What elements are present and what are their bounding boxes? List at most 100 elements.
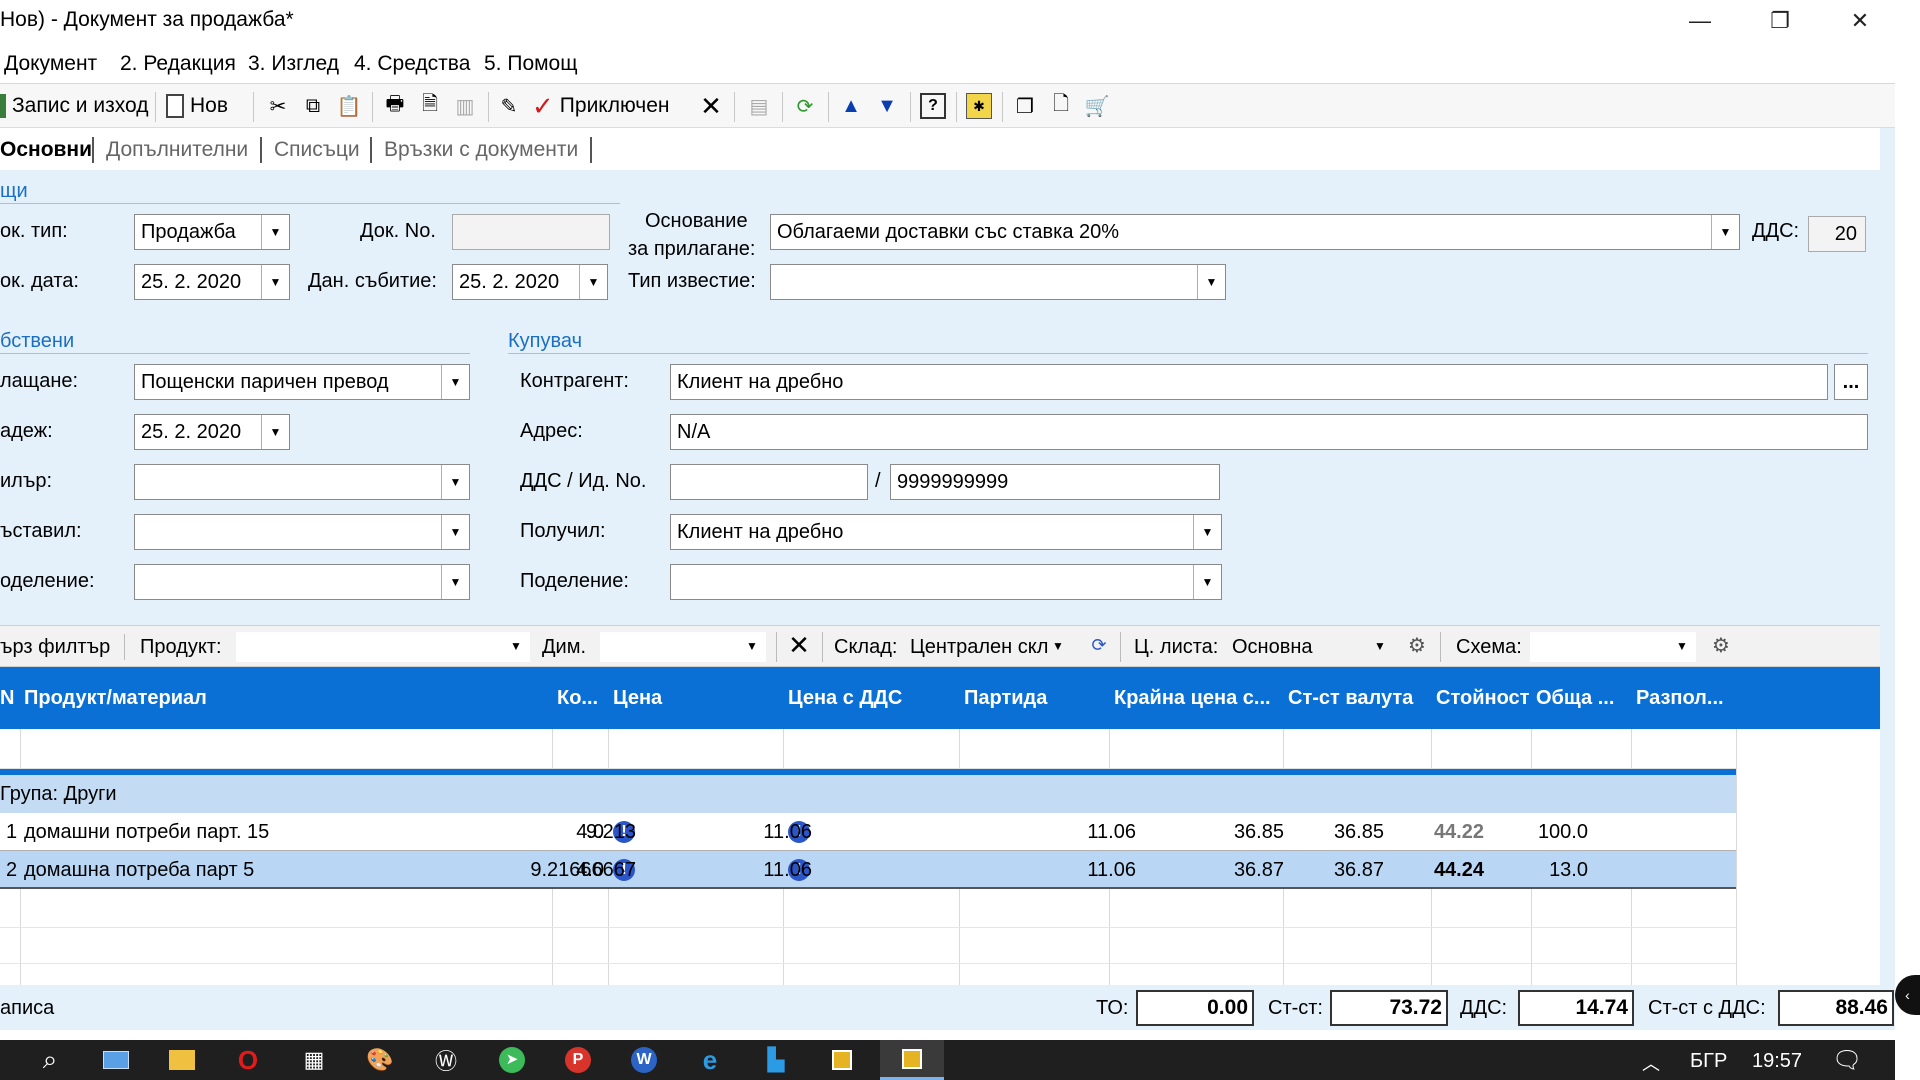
id-no-field[interactable]: 9999999999: [890, 464, 1220, 500]
cart-icon[interactable]: 🛒: [1084, 93, 1110, 119]
chevron-down-icon[interactable]: ▼: [1197, 265, 1225, 299]
chevron-down-icon[interactable]: ▼: [261, 415, 289, 449]
menu-help[interactable]: 5. Помощ: [484, 52, 578, 76]
notice-type-select[interactable]: ▼: [770, 264, 1226, 300]
help-icon[interactable]: ?: [920, 93, 946, 119]
col-qty[interactable]: Ко...: [557, 687, 598, 710]
received-select[interactable]: Клиент на дребно ▼: [670, 514, 1222, 550]
chevron-down-icon[interactable]: ▼: [1668, 632, 1696, 660]
pdf-app-icon[interactable]: P: [558, 1044, 598, 1076]
payment-select[interactable]: Пощенски паричен превод ▼: [134, 364, 470, 400]
table-row[interactable]: 1 домашни потреби парт. 15 4.0 ! 9.213 !…: [0, 813, 1736, 851]
issued-select[interactable]: ▼: [134, 514, 470, 550]
tax-event-field[interactable]: 25. 2. 2020 ▼: [452, 264, 608, 300]
product-filter-select[interactable]: ▼: [236, 632, 530, 662]
col-price-vat[interactable]: Цена с ДДС: [788, 687, 902, 710]
due-date-field[interactable]: 25. 2. 2020 ▼: [134, 414, 290, 450]
tab-additional[interactable]: Допълнителни: [106, 138, 248, 162]
wordpress-icon[interactable]: Ⓦ: [426, 1044, 466, 1076]
col-total[interactable]: Обща ...: [1536, 687, 1614, 710]
chevron-down-icon[interactable]: ▼: [1366, 632, 1394, 660]
paste-icon[interactable]: 📋: [336, 93, 362, 119]
col-price[interactable]: Цена: [613, 687, 662, 710]
copy-icon[interactable]: ⧉: [300, 93, 326, 119]
task-view-icon[interactable]: [96, 1044, 136, 1076]
clear-filter-icon[interactable]: ✕: [786, 630, 812, 660]
chevron-down-icon[interactable]: ▼: [441, 565, 469, 599]
tab-lists[interactable]: Списъци: [274, 138, 360, 162]
menu-edit[interactable]: 2. Редакция: [120, 52, 236, 76]
search-icon[interactable]: ⌕: [30, 1044, 70, 1076]
chevron-down-icon[interactable]: ▼: [502, 632, 530, 660]
tab-document-links[interactable]: Връзки с документи: [384, 138, 578, 162]
list-icon[interactable]: ▤: [746, 93, 772, 119]
minimize-button[interactable]: —: [1665, 0, 1735, 42]
vat-no-field[interactable]: [670, 464, 868, 500]
chevron-up-icon[interactable]: ︿: [1642, 1050, 1660, 1076]
menu-view[interactable]: 3. Изглед: [248, 52, 339, 76]
address-field[interactable]: N/A: [670, 414, 1868, 450]
chevron-down-icon[interactable]: ▼: [441, 465, 469, 499]
chevron-down-icon[interactable]: ▼: [1193, 565, 1221, 599]
new-button[interactable]: Нов: [166, 91, 228, 121]
star-icon[interactable]: ✱: [966, 93, 992, 119]
col-n[interactable]: N: [0, 687, 14, 710]
print-icon[interactable]: 🖶: [382, 93, 408, 119]
refresh-warehouse-icon[interactable]: ⟳: [1086, 632, 1112, 658]
own-division-select[interactable]: ▼: [134, 564, 470, 600]
pricelist-select[interactable]: Основна ▼: [1228, 632, 1394, 662]
clock[interactable]: 19:57: [1752, 1050, 1802, 1073]
doc-date-field[interactable]: 25. 2. 2020 ▼: [134, 264, 290, 300]
chevron-down-icon[interactable]: ▼: [1044, 632, 1072, 660]
doc-no-field[interactable]: [452, 214, 610, 250]
arrow-down-icon[interactable]: ▼: [874, 93, 900, 119]
copy-document-icon[interactable]: ❐: [1012, 93, 1038, 119]
contractor-browse-button[interactable]: ...: [1834, 364, 1868, 400]
menu-tools[interactable]: 4. Средства: [354, 52, 470, 76]
new-row[interactable]: [0, 729, 1736, 769]
tab-main[interactable]: Основни: [0, 138, 92, 162]
col-available[interactable]: Разпол...: [1636, 687, 1724, 710]
chevron-down-icon[interactable]: ▼: [441, 515, 469, 549]
file-explorer-icon[interactable]: [162, 1044, 202, 1076]
run-pricelist-icon[interactable]: ⚙: [1404, 632, 1430, 658]
notifications-icon[interactable]: 🗨: [1832, 1046, 1862, 1075]
chevron-down-icon[interactable]: ▼: [738, 632, 766, 660]
print-preview-icon[interactable]: 🗎: [417, 93, 443, 119]
save-exit-button[interactable]: Запис и изход: [0, 91, 148, 121]
chevron-down-icon[interactable]: ▼: [261, 215, 289, 249]
edit-document-icon[interactable]: ✎: [496, 93, 522, 119]
document-icon[interactable]: 🗋: [1048, 93, 1074, 119]
col-final-price[interactable]: Крайна цена с...: [1114, 687, 1271, 710]
chevron-down-icon[interactable]: ▼: [579, 265, 607, 299]
vat-rate-field[interactable]: 20: [1808, 216, 1866, 252]
chevron-down-icon[interactable]: ▼: [261, 265, 289, 299]
basis-select[interactable]: Облагаеми доставки със ставка 20% ▼: [770, 214, 1740, 250]
close-button[interactable]: ✕: [1825, 0, 1895, 42]
col-value-currency[interactable]: Ст-ст валута: [1288, 687, 1413, 710]
scheme-select[interactable]: ▼: [1530, 632, 1696, 662]
active-app-icon[interactable]: [880, 1040, 944, 1080]
menu-document[interactable]: Документ: [4, 52, 97, 76]
refresh-icon[interactable]: ⟳: [792, 93, 818, 119]
app-icon[interactable]: [822, 1044, 862, 1076]
store-icon[interactable]: ▙: [756, 1044, 796, 1076]
word-icon[interactable]: W: [624, 1044, 664, 1076]
chevron-down-icon[interactable]: ▼: [441, 365, 469, 399]
chevron-down-icon[interactable]: ▼: [1711, 215, 1739, 249]
run-scheme-icon[interactable]: ⚙: [1708, 632, 1734, 658]
buyer-division-select[interactable]: ▼: [670, 564, 1222, 600]
contractor-field[interactable]: Клиент на дребно: [670, 364, 1828, 400]
arrow-up-icon[interactable]: ▲: [838, 93, 864, 119]
language-indicator[interactable]: БГР: [1690, 1050, 1727, 1073]
cut-icon[interactable]: ✂: [265, 93, 291, 119]
table-row[interactable]: 2 домашна потреба парт 5 4.0 ! 9.2166666…: [0, 851, 1736, 889]
delete-icon[interactable]: ✕: [698, 91, 724, 121]
dim-filter-select[interactable]: ▼: [600, 632, 766, 662]
dealer-select[interactable]: ▼: [134, 464, 470, 500]
col-batch[interactable]: Партида: [964, 687, 1047, 710]
col-value[interactable]: Стойност: [1436, 687, 1529, 710]
telegram-icon[interactable]: ➤: [492, 1044, 532, 1076]
col-product[interactable]: Продукт/материал: [24, 687, 207, 710]
paint-icon[interactable]: 🎨: [360, 1044, 400, 1076]
